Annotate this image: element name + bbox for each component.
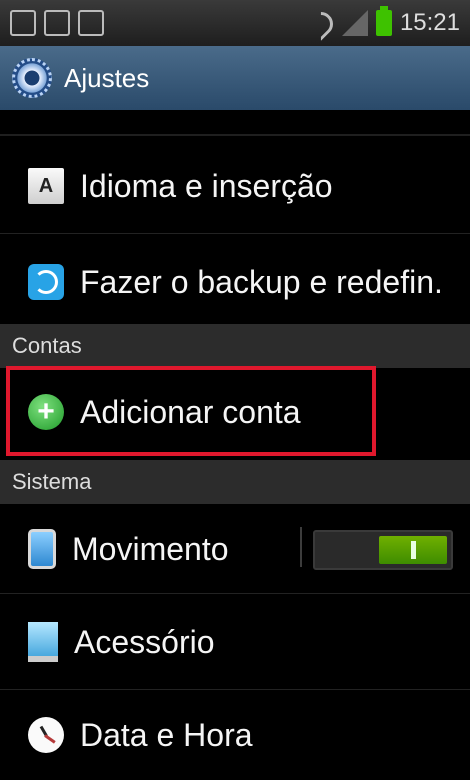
settings-gear-icon[interactable] [12,58,52,98]
motion-toggle[interactable] [313,530,453,570]
list-item-backup[interactable]: Fazer o backup e redefin. [0,234,470,330]
gallery-icon [78,10,104,36]
action-bar: Ajustes [0,46,470,110]
list-item-label: Idioma e inserção [80,167,333,204]
list-item-label: Fazer o backup e redefin. [80,263,443,300]
accessory-device-icon [28,622,58,662]
status-bar: 15:21 [0,0,470,46]
date-time-clock-icon [28,717,64,753]
notification-icon-1 [10,10,36,36]
clock-time: 15:21 [399,9,460,36]
notification-icons [10,10,104,36]
keyboard-a-icon: A [28,168,64,204]
wifi-icon [308,10,334,36]
list-item-accessory[interactable]: Acessório [0,594,470,690]
notification-icon-2 [44,10,70,36]
backup-reset-icon [28,264,64,300]
list-item-idioma[interactable]: A Idioma e inserção [0,138,470,234]
toggle-knob [379,536,447,564]
signal-icon [341,10,368,36]
section-header-contas: Contas [0,324,470,368]
toggle-separator [300,527,302,567]
divider [0,134,470,136]
highlight-box [6,366,376,456]
status-indicators: 15:21 [308,6,460,37]
list-item-label: Acessório [74,623,215,660]
list-item-date-time[interactable]: Data e Hora [0,690,470,780]
list-item-label: Movimento [72,530,229,567]
motion-phone-icon [28,529,56,569]
list-item-label: Data e Hora [80,716,253,753]
section-header-sistema: Sistema [0,460,470,504]
page-title: Ajustes [64,62,150,93]
battery-icon [375,6,392,36]
